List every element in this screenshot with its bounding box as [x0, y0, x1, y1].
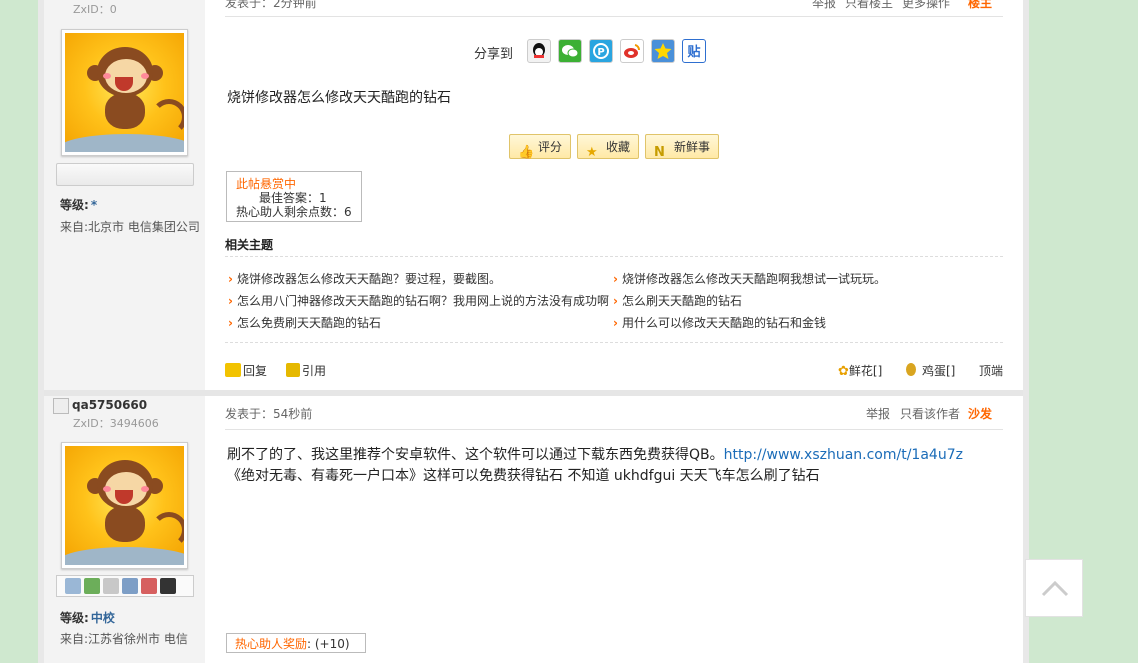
bonus-label[interactable]: 热心助人奖励 — [235, 637, 307, 651]
user-status-icon — [53, 398, 69, 414]
post1-location: 来自:北京市 电信集团公司 — [60, 220, 200, 234]
related-topic-text: 怎么免费刷天天酷跑的钻石 — [236, 316, 381, 330]
star-icon: ★ — [586, 145, 598, 160]
related-topics-title: 相关主题 — [225, 238, 274, 252]
post1-avatar[interactable] — [61, 29, 188, 156]
post2-avatar[interactable] — [61, 442, 188, 569]
post1-time: 发表于：2分钟前 — [225, 0, 317, 10]
related-topic-link[interactable]: › 烧饼修改器怎么修改天天酷跑？要过程，要截图。 — [228, 270, 501, 287]
related-topic-text: 烧饼修改器怎么修改天天酷跑？要过程，要截图。 — [236, 272, 501, 286]
related-topic-text: 怎么用八门神器修改天天酷跑的钻石啊？我用网上说的方法没有成功啊 — [236, 294, 609, 308]
message-icon[interactable] — [65, 578, 81, 594]
scroll-to-top-button[interactable] — [1025, 559, 1083, 617]
best-answer-count: 最佳答案：1 — [259, 191, 327, 205]
qq-contact-icon[interactable] — [160, 578, 176, 594]
wechat-share-icon[interactable] — [558, 39, 582, 63]
zxid-label: ZxID： — [73, 3, 110, 16]
related-topic-link[interactable]: › 怎么免费刷天天酷跑的钻石 — [228, 314, 381, 331]
post1-level: 等级: * — [60, 196, 97, 213]
post2-content-line2: 《绝对无毒、有毒死一户口本》这样可以免费获得钻石 不知道 ukhdfgui 天天… — [227, 468, 820, 484]
group-icon[interactable] — [141, 578, 157, 594]
add-friend-icon[interactable] — [84, 578, 100, 594]
egg-label: 鸡蛋[] — [922, 364, 956, 378]
reply-icon — [225, 363, 241, 377]
related-topic-text: 怎么刷天天酷跑的钻石 — [621, 294, 742, 308]
related-topic-text: 用什么可以修改天天酷跑的钻石和金钱 — [621, 316, 826, 330]
level-label: 等级: — [60, 611, 89, 625]
profile-icon[interactable] — [122, 578, 138, 594]
monkey-avatar-image — [65, 33, 184, 152]
related-topic-link[interactable]: › 怎么刷天天酷跑的钻石 — [613, 292, 742, 309]
related-bottom-divider — [225, 342, 1003, 343]
post2-level: 等级: 中校 — [60, 609, 115, 626]
bounty-box: 此帖悬赏中 最佳答案：1 热心助人剩余点数：6 — [226, 171, 362, 222]
post2-header-divider — [225, 429, 1003, 430]
post2-username[interactable]: qa5750660 — [72, 398, 147, 412]
qzone-share-icon[interactable]: P — [589, 39, 613, 63]
rate-label: 评分 — [538, 140, 563, 154]
bounty-title: 此帖悬赏中 — [236, 177, 297, 191]
post2-content-line1: 刷不了的了、我这里推荐个安卓软件、这个软件可以通过下载东西免费获得QB。http… — [227, 444, 963, 464]
post2-zxid: ZxID：3494606 — [73, 415, 159, 431]
thumbs-up-icon: 👍 — [518, 145, 535, 160]
flower-icon: ✿ — [838, 364, 849, 379]
collect-label: 收藏 — [606, 140, 631, 154]
rate-button[interactable]: 👍 评分 — [509, 134, 571, 160]
user-action-icons — [56, 575, 194, 597]
level-label: 等级: — [60, 198, 89, 212]
svg-text:贴: 贴 — [687, 44, 700, 60]
svg-text:P: P — [597, 47, 604, 58]
quote-label: 引用 — [302, 364, 327, 378]
zxid-value: 3494606 — [109, 417, 159, 430]
post1-content: 烧饼修改器怎么修改天天酷跑的钻石 — [227, 90, 451, 106]
post1-more-actions-link[interactable]: 更多操作 — [902, 0, 950, 11]
collect-button[interactable]: ★ 收藏 — [577, 134, 639, 160]
related-topic-text: 烧饼修改器怎么修改天天酷跑啊我想试一试玩玩。 — [621, 272, 886, 286]
level-value: * — [90, 198, 98, 212]
flower-button[interactable]: ✿鲜花[] — [838, 362, 882, 379]
zxid-value: 0 — [109, 3, 117, 16]
related-topic-link[interactable]: › 用什么可以修改天天酷跑的钻石和金钱 — [613, 314, 826, 331]
post1-only-author-link[interactable]: 只看楼主 — [845, 0, 893, 11]
egg-icon — [906, 363, 916, 376]
zxid-label: ZxID： — [73, 417, 110, 430]
flower-label: 鲜花[] — [848, 364, 883, 378]
quote-button[interactable]: 引用 — [286, 362, 326, 379]
weibo-share-icon[interactable] — [620, 39, 644, 63]
fresh-news-button[interactable]: N 新鲜事 — [645, 134, 719, 160]
back-to-top-link[interactable]: 顶端 — [979, 362, 1003, 379]
post2-line1-text: 刷不了的了、我这里推荐个安卓软件、这个软件可以通过下载东西免费获得QB。 — [227, 447, 724, 463]
post2-time: 发表于：54秒前 — [225, 407, 313, 421]
tieba-share-icon[interactable]: 贴 — [682, 39, 706, 63]
favorite-share-icon[interactable] — [651, 39, 675, 63]
related-top-divider — [225, 256, 1003, 257]
post1-report-link[interactable]: 举报 — [812, 0, 836, 11]
share-label: 分享到 — [474, 47, 514, 62]
post2-floor-label: 沙发 — [968, 407, 993, 421]
monkey-avatar-image — [65, 446, 184, 565]
post2-only-author-link[interactable]: 只看该作者 — [900, 405, 960, 422]
post2-report-link[interactable]: 举报 — [866, 405, 890, 422]
reply-button[interactable]: 回复 — [225, 362, 267, 379]
search-posts-icon[interactable] — [103, 578, 119, 594]
post1-zxid: ZxID：0 — [73, 1, 117, 17]
related-topic-link[interactable]: › 怎么用八门神器修改天天酷跑的钻石啊？我用网上说的方法没有成功啊 — [228, 292, 609, 309]
post2-external-link[interactable]: http://www.xszhuan.com/t/1a4u7z — [724, 447, 963, 463]
qq-share-icon[interactable] — [527, 39, 551, 63]
post1-floor-label: 楼主 — [968, 0, 993, 10]
level-value: 中校 — [90, 611, 115, 625]
bonus-value: : (+10) — [307, 637, 350, 651]
related-topic-link[interactable]: › 烧饼修改器怎么修改天天酷跑啊我想试一试玩玩。 — [613, 270, 886, 287]
reply-label: 回复 — [243, 364, 268, 378]
level-progress-bar — [56, 163, 194, 186]
news-icon: N — [654, 145, 665, 160]
chevron-up-icon — [1041, 580, 1069, 597]
remaining-points: 热心助人剩余点数：6 — [236, 205, 352, 219]
egg-button[interactable]: 鸡蛋[] — [906, 362, 955, 379]
helper-bonus-box: 热心助人奖励: (+10) — [226, 633, 366, 653]
quote-icon — [286, 363, 300, 377]
post1-header-divider — [225, 16, 1003, 17]
post2-location: 来自:江苏省徐州市 电信 — [60, 632, 188, 646]
fresh-label: 新鲜事 — [674, 140, 711, 154]
